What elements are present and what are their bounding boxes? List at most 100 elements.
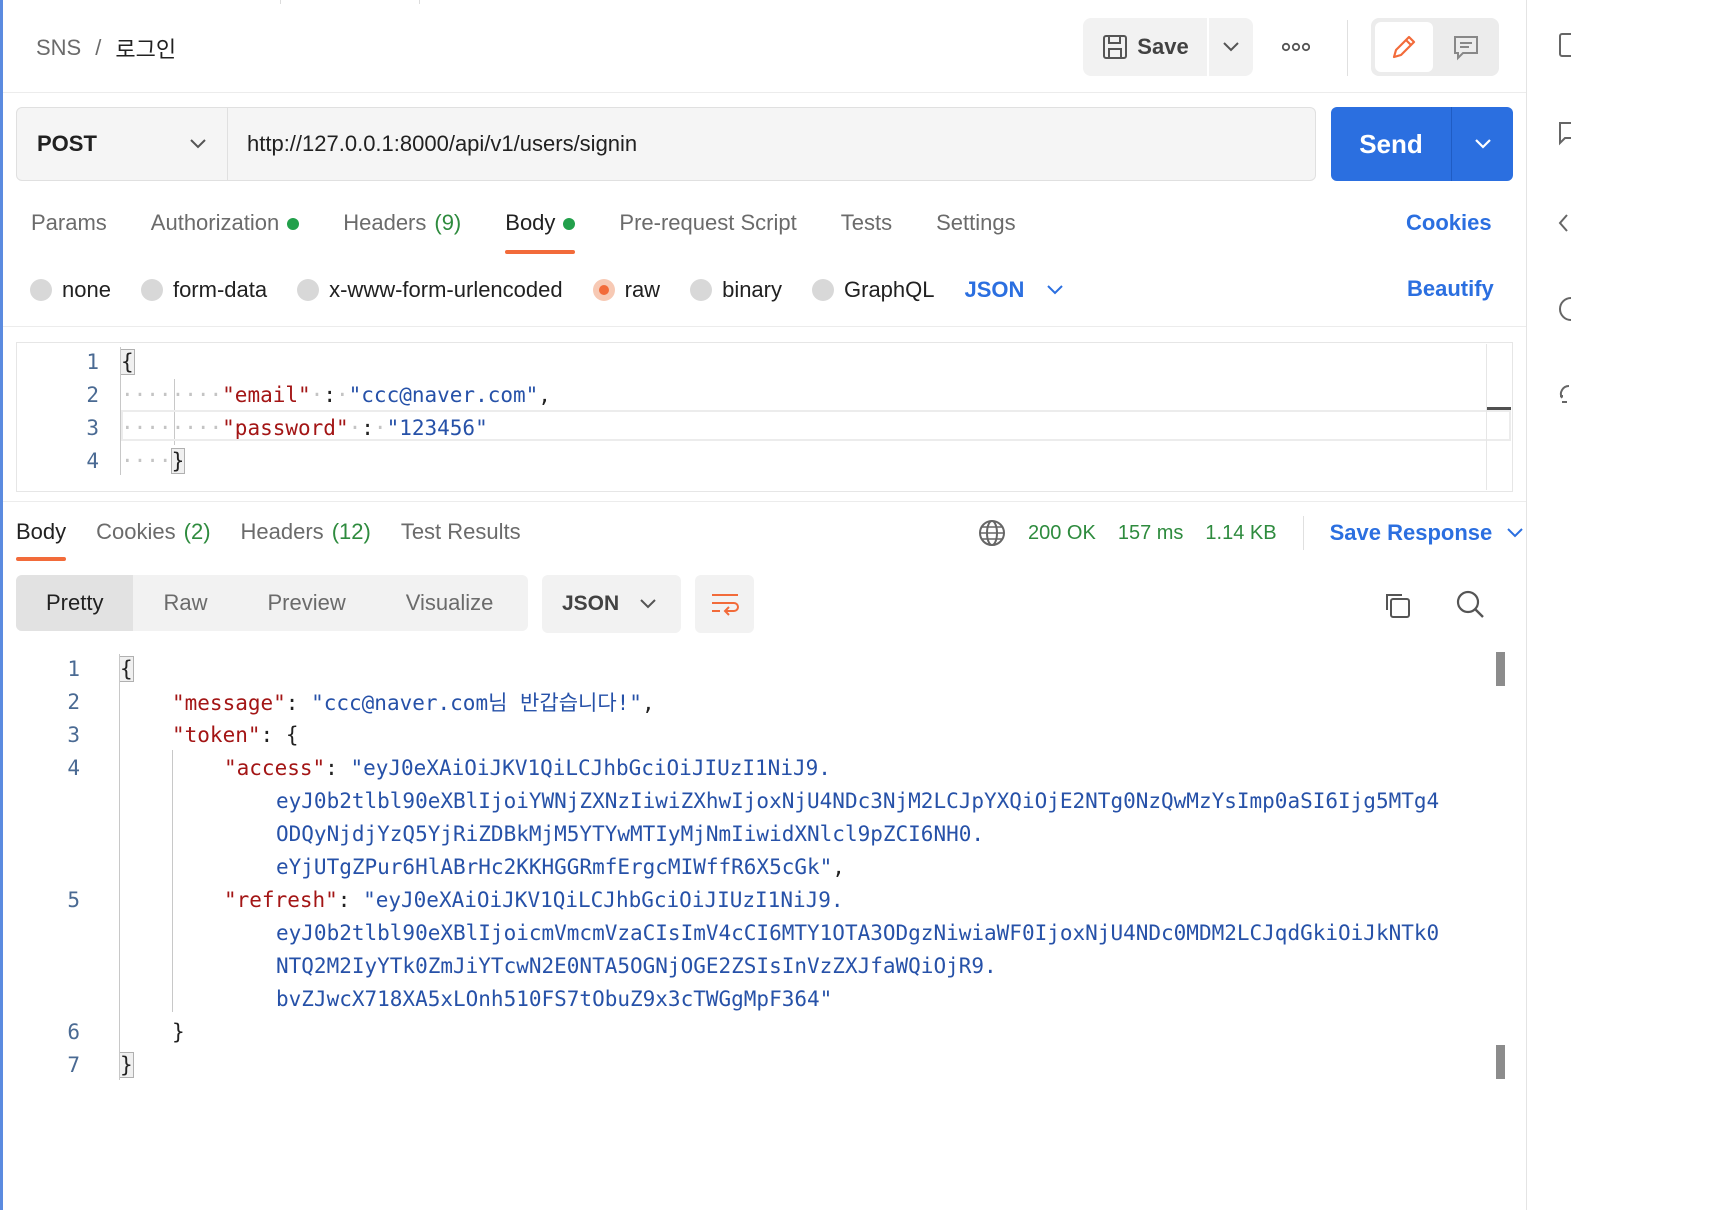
send-button[interactable]: Send [1331, 107, 1452, 181]
radio-label: binary [722, 277, 782, 302]
method-select[interactable]: POST [16, 107, 228, 181]
cookies-link[interactable]: Cookies [1406, 210, 1492, 236]
json-string: "eyJ0eXAiOiJKV1QiLCJhbGciOiJIUzI1NiJ9. [350, 755, 831, 780]
radio-circle [297, 279, 320, 301]
chevron-down-icon [1047, 285, 1064, 295]
send-options-button[interactable] [1452, 107, 1513, 181]
code-line: 1 { [16, 652, 134, 685]
code-line: 2 ········"email"·:·"ccc@naver.com", [17, 378, 551, 411]
radio-label: x-www-form-urlencoded [329, 277, 563, 302]
response-time[interactable]: 157 ms [1118, 522, 1184, 545]
comment-icon [1454, 36, 1478, 61]
info-icon[interactable] [1557, 296, 1571, 322]
edit-mode-button[interactable] [1375, 22, 1433, 72]
line-number: 4 [67, 755, 80, 780]
json-key: "email" [222, 382, 311, 407]
save-response-button[interactable]: Save Response [1330, 520, 1525, 546]
chevron-down-icon [1507, 528, 1523, 538]
line-number: 5 [67, 887, 80, 912]
tab-label: Settings [936, 210, 1016, 235]
radio-form-data[interactable]: form-data [140, 277, 267, 303]
editor-scrollbar[interactable] [1486, 344, 1487, 490]
tab-tests[interactable]: Tests [841, 204, 892, 254]
code-line: 6 } [16, 1015, 184, 1048]
radio-raw[interactable]: raw [592, 277, 660, 303]
radio-binary[interactable]: binary [690, 277, 782, 303]
response-tab-body[interactable]: Body [16, 513, 67, 561]
brace: { [119, 655, 134, 682]
lightbulb-icon[interactable] [1557, 382, 1571, 408]
tab-label: Pre-request Script [619, 210, 797, 235]
search-button[interactable] [1452, 586, 1488, 622]
indent-guide [172, 750, 173, 1012]
comments-icon[interactable] [1557, 120, 1571, 146]
copy-button[interactable] [1380, 588, 1414, 622]
save-group: Save [1083, 18, 1253, 76]
code-line: 2 "message": "ccc@naver.com님 반갑습니다!", [16, 685, 654, 718]
globe-icon[interactable] [978, 519, 1006, 547]
save-label: Save [1137, 34, 1189, 59]
breadcrumb-collection[interactable]: SNS [36, 35, 81, 61]
line-number: 1 [67, 656, 80, 681]
line-number: 6 [67, 1019, 80, 1044]
view-visualize[interactable]: Visualize [376, 575, 524, 631]
beautify-button[interactable]: Beautify [1407, 276, 1494, 302]
tab-authorization[interactable]: Authorization [151, 204, 300, 254]
response-tab-test-results[interactable]: Test Results [401, 513, 521, 561]
radio-label: GraphQL [844, 277, 935, 302]
code-icon[interactable] [1557, 210, 1571, 236]
response-scrollbar-thumb[interactable] [1496, 652, 1505, 686]
brace: } [119, 1051, 134, 1078]
breadcrumb-separator: / [95, 35, 102, 60]
tab-headers[interactable]: Headers (9) [343, 204, 461, 254]
status-code[interactable]: 200 OK [1028, 522, 1096, 545]
radio-none[interactable]: none [30, 277, 111, 303]
save-response-label: Save Response [1329, 520, 1493, 545]
radio-circle [140, 279, 163, 301]
active-line-highlight [121, 410, 1511, 441]
response-tab-cookies[interactable]: Cookies (2) [96, 513, 210, 561]
search-icon [1456, 590, 1484, 618]
response-format-select[interactable]: JSON [542, 575, 681, 633]
tab-strip [280, 0, 420, 4]
wrap-lines-button[interactable] [695, 575, 754, 633]
radio-graphql[interactable]: GraphQL [812, 277, 935, 303]
save-options-button[interactable] [1209, 18, 1253, 76]
tab-body[interactable]: Body [505, 204, 576, 254]
comment-mode-button[interactable] [1437, 22, 1495, 72]
chevron-down-icon [640, 599, 656, 609]
json-string: eyJ0b2tlbl90eXBlIjoicmVmcmVzaCIsImV4cCI6… [276, 920, 1440, 945]
documentation-icon[interactable] [1557, 32, 1571, 58]
save-button[interactable]: Save [1083, 18, 1207, 76]
view-raw[interactable]: Raw [133, 575, 237, 631]
url-input[interactable]: http://127.0.0.1:8000/api/v1/users/signi… [228, 107, 1316, 181]
body-format-select[interactable]: JSON [965, 277, 1065, 303]
json-string: "ccc@naver.com" [348, 382, 539, 407]
view-mode-segmented: Pretty Raw Preview Visualize [16, 575, 528, 631]
send-button-group: Send [1331, 107, 1513, 181]
response-tabs: Body Cookies (2) Headers (12) Test Results [16, 513, 551, 561]
window-edge [0, 0, 3, 1210]
response-size[interactable]: 1.14 KB [1205, 522, 1276, 545]
tab-params[interactable]: Params [31, 204, 107, 254]
tab-pre-request-script[interactable]: Pre-request Script [619, 204, 796, 254]
radio-x-www-form-urlencoded[interactable]: x-www-form-urlencoded [297, 277, 563, 303]
body-type-radios: none form-data x-www-form-urlencoded raw… [30, 272, 1064, 308]
editor-mode-toggle [1371, 18, 1499, 76]
response-body-viewer[interactable]: 1 { 2 "message": "ccc@naver.com님 반갑습니다!"… [16, 650, 1513, 1090]
response-status: 200 OK 157 ms 1.14 KB Save Response [978, 516, 1524, 550]
json-string: eYjUTgZPur6HlABrHc2KKHGGRmfErgcMIWffR6X5… [276, 854, 833, 879]
radio-label: none [62, 277, 111, 302]
more-actions-button[interactable] [1276, 30, 1316, 64]
tab-settings[interactable]: Settings [936, 204, 1016, 254]
tab-label: Cookies [96, 519, 176, 544]
response-scrollbar-thumb[interactable] [1496, 1045, 1505, 1079]
code-line: 3 "token": { [16, 718, 298, 751]
status-divider [1302, 516, 1304, 550]
view-pretty[interactable]: Pretty [16, 575, 134, 631]
tab-label: Headers [240, 519, 324, 544]
response-tab-headers[interactable]: Headers (12) [241, 513, 371, 561]
breadcrumb-request-name[interactable]: 로그인 [115, 32, 176, 64]
line-number: 3 [86, 415, 99, 440]
view-preview[interactable]: Preview [237, 575, 375, 631]
